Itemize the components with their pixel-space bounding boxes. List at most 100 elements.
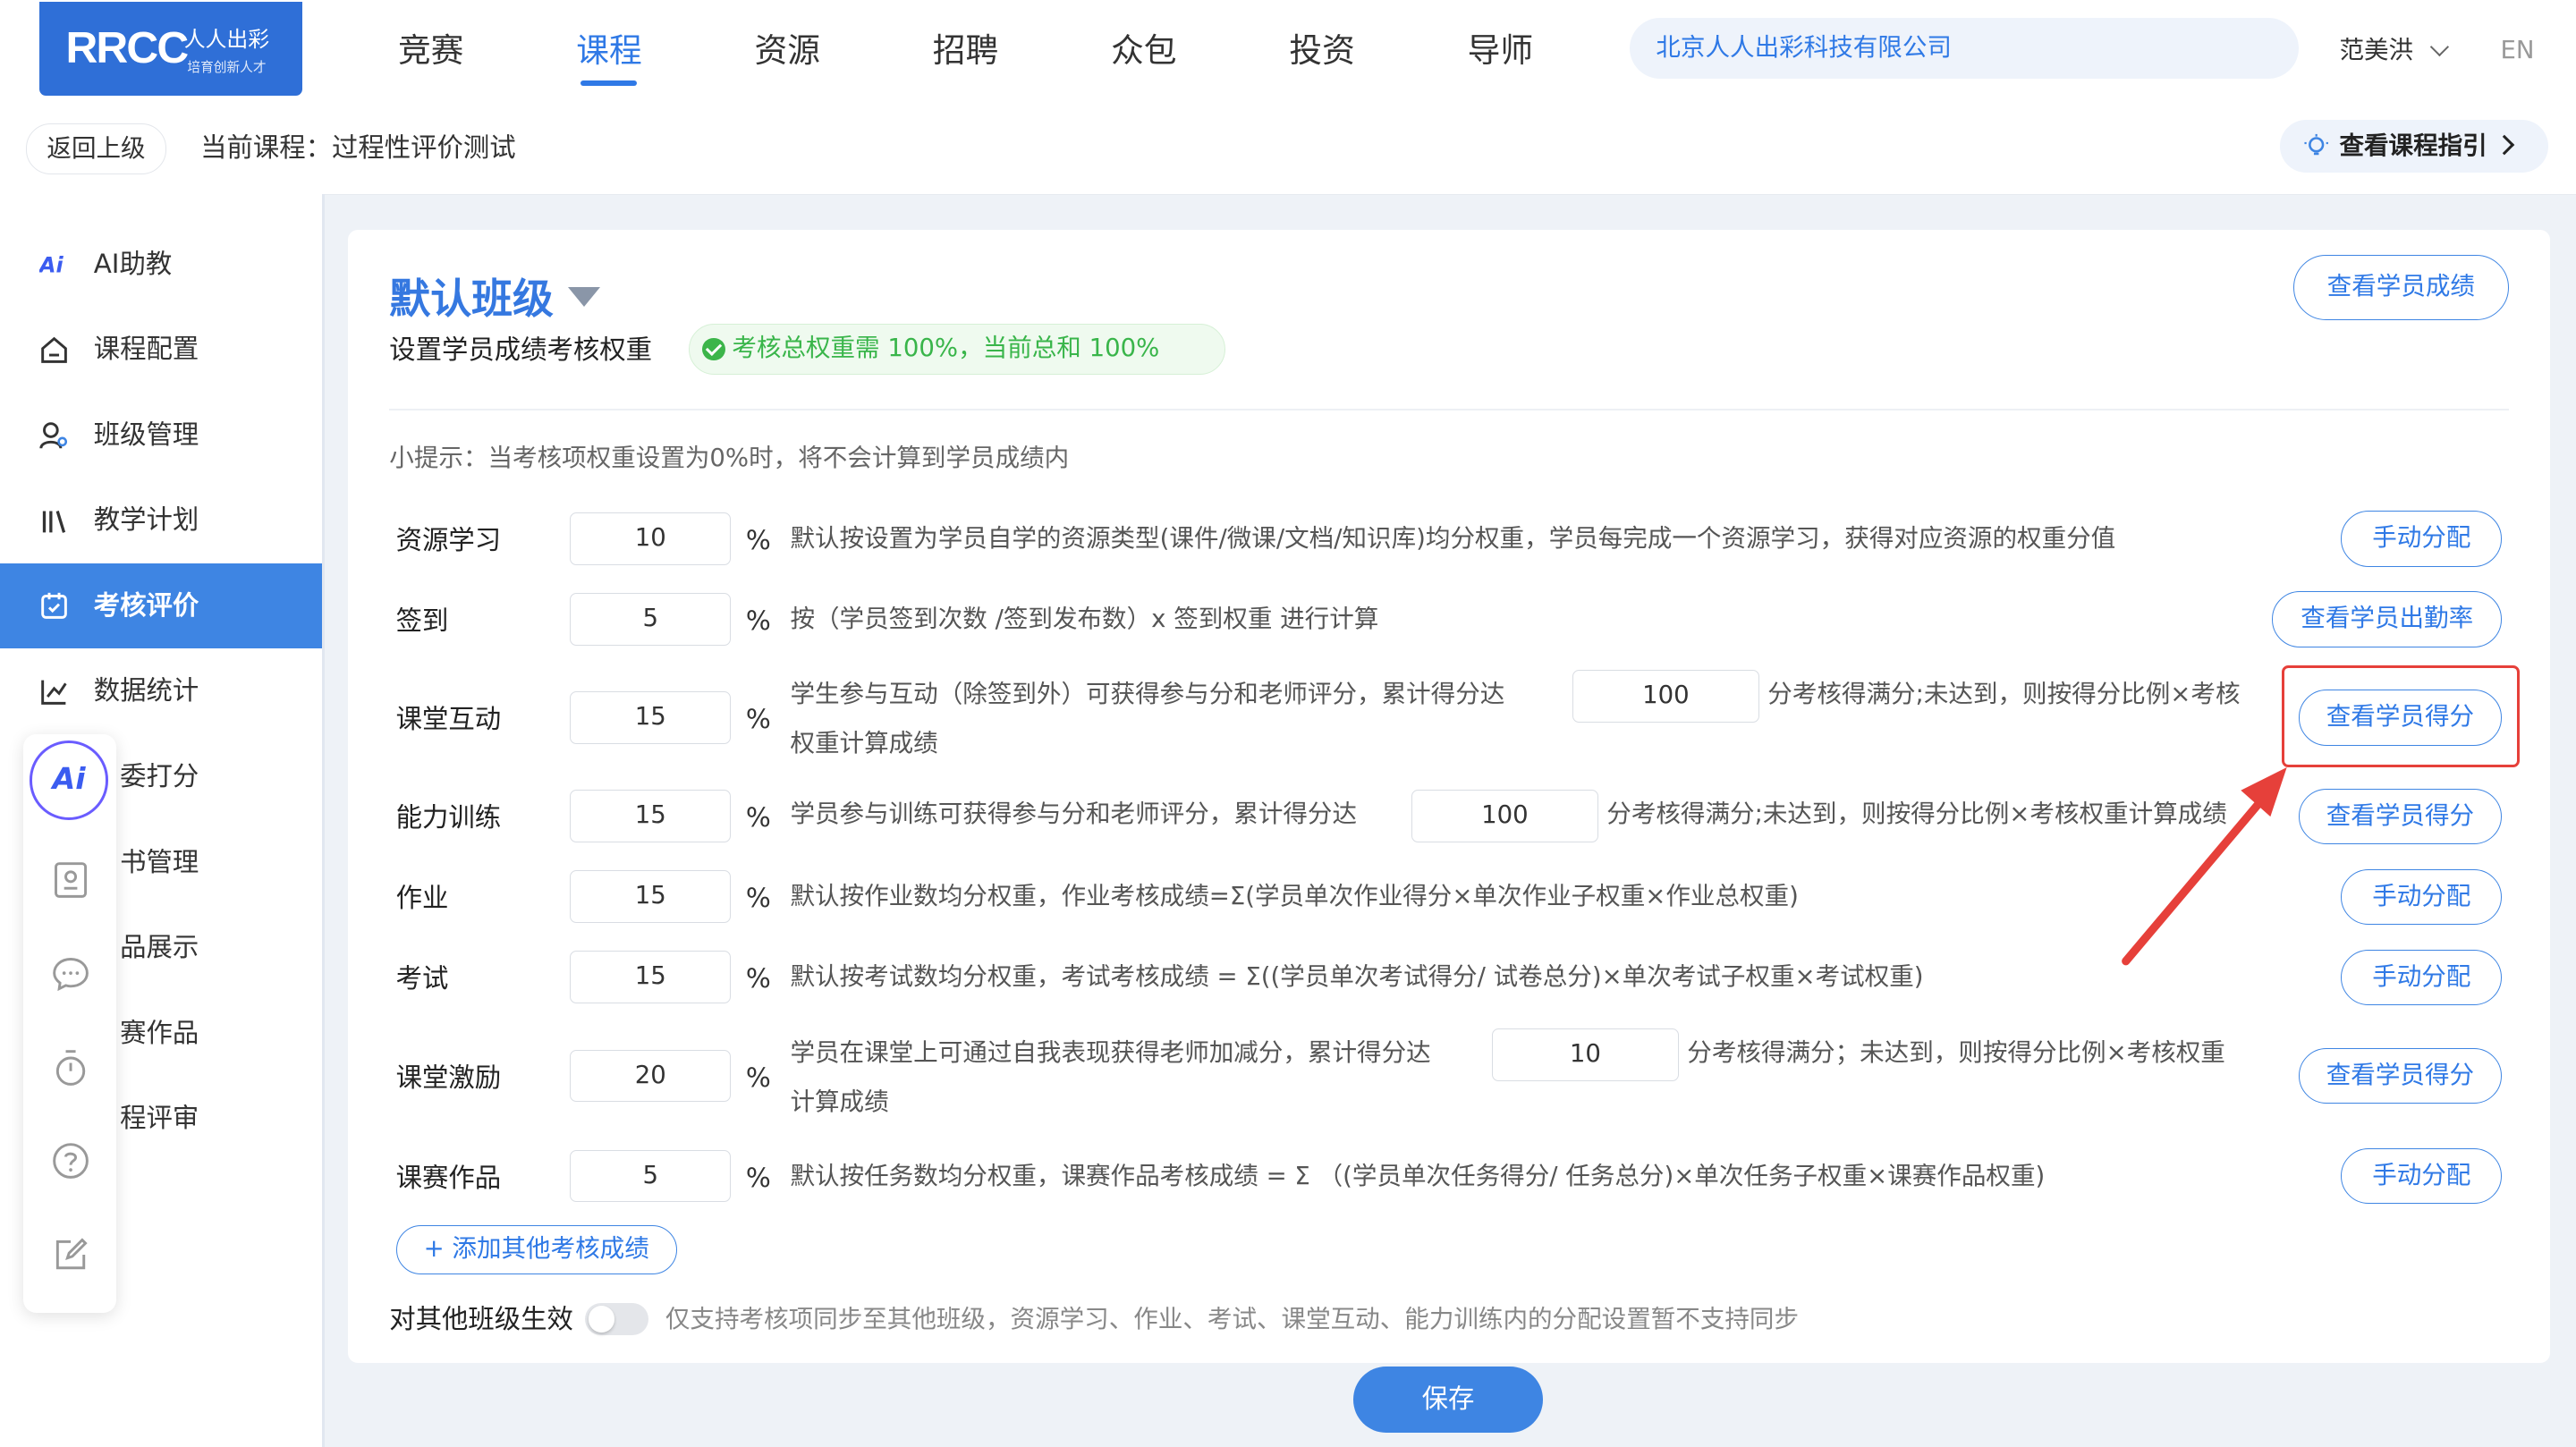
sidebar-item-label: 考核评价 (93, 589, 199, 621)
ai-icon: Ai (39, 253, 64, 278)
row-label-resource-learning: 资源学习 (395, 525, 502, 556)
save-button[interactable]: 保存 (1353, 1367, 1543, 1433)
sync-toggle[interactable] (584, 1302, 649, 1336)
view-student-points-button-skill-training[interactable]: 查看学员得分 (2298, 788, 2503, 845)
manual-assign-button-homework[interactable]: 手动分配 (2341, 868, 2503, 926)
percent-unit: % (745, 963, 771, 994)
manual-assign-button-resource-learning[interactable]: 手动分配 (2341, 511, 2503, 567)
divider (389, 409, 2509, 411)
chat-button[interactable] (23, 927, 117, 1020)
view-student-scores-button[interactable]: 查看学员成绩 (2293, 254, 2509, 321)
language-switch[interactable]: EN (2500, 0, 2534, 102)
sidebar-item-label: 数据统计 (93, 675, 199, 707)
nav-item-crowdsource[interactable]: 众包 (1055, 0, 1233, 102)
sidebar-item-label: 赛作品 (120, 1017, 199, 1048)
row-label-homework: 作业 (395, 883, 449, 914)
weight-input-skill-training[interactable]: 15 (570, 790, 732, 843)
sidebar-item-label: AI助教 (93, 248, 173, 279)
sidebar-item-class-management[interactable]: 班级管理 (0, 393, 322, 478)
back-button[interactable]: 返回上级 (26, 123, 166, 174)
logo-text: RRCC (65, 21, 189, 72)
class-selector[interactable]: 默认班级 (389, 267, 554, 326)
view-attendance-button[interactable]: 查看学员出勤率 (2272, 591, 2503, 647)
chevron-right-icon (2494, 135, 2514, 156)
timer-button[interactable] (23, 1020, 117, 1114)
manual-assign-button-exam[interactable]: 手动分配 (2341, 949, 2503, 1006)
row-desc-exam: 默认按考试数均分权重，考试考核成绩 = Σ((学员单次考试得分/ 试卷总分)×单… (790, 962, 1924, 992)
stopwatch-icon (55, 1050, 86, 1086)
help-button[interactable] (23, 1113, 117, 1207)
home-icon (41, 336, 67, 363)
sidebar-item-label: 书管理 (120, 846, 199, 877)
percent-unit: % (745, 704, 771, 735)
user-menu[interactable]: 范美洪 (2339, 0, 2450, 102)
calendar-check-icon (41, 593, 67, 620)
sync-note: 仅支持考核项同步至其他班级，资源学习、作业、考试、课堂互动、能力训练内的分配设置… (665, 1304, 1800, 1333)
check-circle-icon (702, 337, 725, 361)
sidebar-item-teaching-plan[interactable]: 教学计划 (0, 478, 322, 563)
main-nav: 竞赛 课程 资源 招聘 众包 投资 导师 (342, 0, 1589, 102)
weight-input-class-incentive[interactable]: 20 (570, 1049, 732, 1103)
logo-cn: 人人出彩 (183, 26, 270, 52)
top-bar: RRCC 人人出彩 培育创新人才 竞赛 课程 资源 招聘 众包 投资 导师 北京… (0, 0, 2576, 102)
manual-assign-button-competition-works[interactable]: 手动分配 (2341, 1147, 2503, 1205)
row-desc-class-interaction-part3: 权重计算成绩 (790, 729, 938, 758)
weight-input-homework[interactable]: 15 (570, 870, 732, 924)
edit-icon (55, 1238, 88, 1270)
weight-input-checkin[interactable]: 5 (570, 593, 732, 646)
add-other-assessment-button[interactable]: + 添加其他考核成绩 (395, 1225, 677, 1275)
ai-icon: Ai (30, 740, 109, 820)
threshold-input-class-incentive[interactable]: 10 (1491, 1028, 1680, 1081)
contact-card-button[interactable] (23, 833, 117, 927)
books-icon (42, 510, 66, 533)
nav-item-mentor[interactable]: 导师 (1411, 0, 1589, 102)
caret-down-icon[interactable] (568, 287, 601, 308)
question-icon (53, 1143, 89, 1180)
weight-input-class-interaction[interactable]: 15 (570, 691, 732, 745)
chevron-down-icon (2430, 37, 2450, 56)
user-icon (39, 422, 68, 449)
sidebar-item-statistics[interactable]: 数据统计 (0, 648, 322, 734)
line-chart-icon (41, 680, 67, 705)
sidebar-item-label: 班级管理 (93, 419, 199, 450)
floating-toolbar: Ai (22, 734, 117, 1313)
sidebar-item-assessment[interactable]: 考核评价 (0, 563, 322, 649)
course-guide-button[interactable]: 查看课程指引 (2280, 120, 2548, 173)
row-desc-class-incentive-part2: 分考核得满分；未达到，则按得分比例×考核权重 (1687, 1037, 2225, 1067)
sync-other-classes-label: 对其他班级生效 (389, 1303, 573, 1334)
row-desc-resource-learning: 默认按设置为学员自学的资源类型(课件/微课/文档/知识库)均分权重，学员每完成一… (790, 523, 2116, 553)
row-label-competition-works: 课赛作品 (395, 1162, 502, 1193)
sidebar-item-course-config[interactable]: 课程配置 (0, 307, 322, 393)
row-label-exam: 考试 (395, 963, 449, 994)
section-subtitle: 设置学员成绩考核权重 (389, 334, 653, 365)
nav-item-resources[interactable]: 资源 (699, 0, 877, 102)
company-selector[interactable]: 北京人人出彩科技有限公司 (1630, 18, 2299, 80)
row-label-checkin: 签到 (395, 605, 449, 637)
threshold-input-class-interaction[interactable]: 100 (1572, 670, 1760, 724)
nav-item-invest[interactable]: 投资 (1233, 0, 1411, 102)
percent-unit: % (745, 883, 771, 914)
nav-item-competition[interactable]: 竞赛 (342, 0, 520, 102)
logo[interactable]: RRCC 人人出彩 培育创新人才 (39, 1, 302, 96)
percent-unit: % (745, 525, 771, 556)
nav-item-course[interactable]: 课程 (520, 0, 698, 102)
edit-button[interactable] (23, 1207, 117, 1301)
user-name: 范美洪 (2339, 36, 2414, 64)
percent-unit: % (745, 1162, 771, 1193)
ai-assistant-button[interactable]: Ai (23, 734, 117, 828)
sidebar-item-label: 品展示 (120, 932, 199, 962)
threshold-input-skill-training[interactable]: 100 (1411, 790, 1599, 843)
weight-input-resource-learning[interactable]: 10 (570, 512, 732, 565)
row-desc-class-interaction-part2: 分考核得满分;未达到，则按得分比例×考核 (1767, 680, 2241, 709)
view-student-points-button-class-incentive[interactable]: 查看学员得分 (2298, 1047, 2503, 1104)
sidebar-item-label: 教学计划 (93, 504, 199, 536)
nav-item-recruit[interactable]: 招聘 (877, 0, 1055, 102)
percent-unit: % (745, 605, 771, 637)
weight-status-text: 考核总权重需 100%，当前总和 100% (732, 333, 1160, 362)
row-label-skill-training: 能力训练 (395, 802, 502, 834)
weight-input-exam[interactable]: 15 (570, 951, 732, 1004)
row-desc-checkin: 按（学员签到次数 /签到发布数）x 签到权重 进行计算 (790, 604, 1379, 633)
weight-input-competition-works[interactable]: 5 (570, 1149, 732, 1203)
sidebar-item-ai-assistant[interactable]: Ai AI助教 (0, 222, 322, 308)
sidebar-item-label: 课程配置 (93, 334, 199, 365)
